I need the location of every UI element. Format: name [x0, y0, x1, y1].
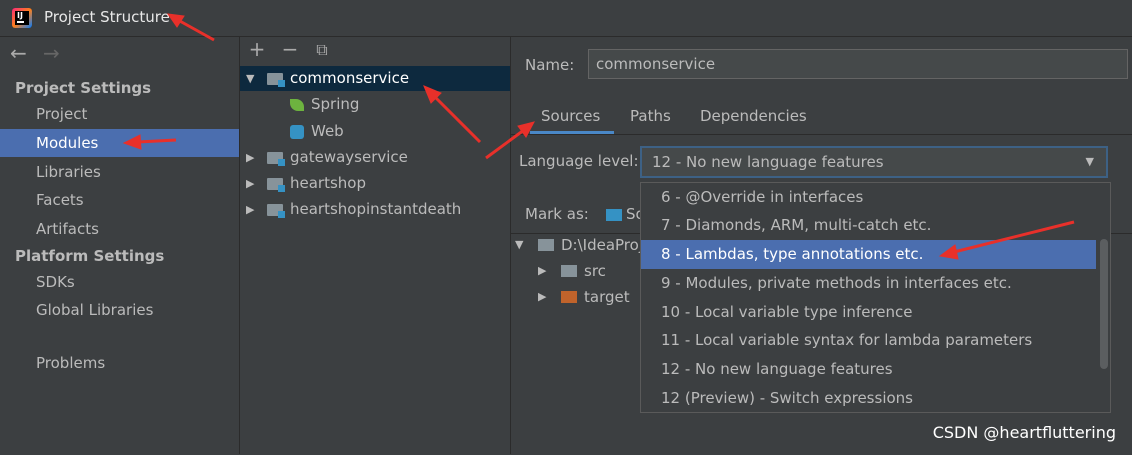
- project-settings-header: Project Settings: [15, 79, 152, 97]
- content-root-path: D:\IdeaProj: [561, 236, 643, 254]
- dropdown-option[interactable]: 6 - @Override in interfaces: [641, 183, 1096, 212]
- tree-label: Spring: [311, 95, 360, 113]
- window-title: Project Structure: [44, 8, 170, 26]
- sidebar-item-libraries[interactable]: Libraries: [0, 158, 239, 186]
- title-bar: IJ Project Structure: [0, 0, 1132, 37]
- copy-icon[interactable]: ⧉: [312, 40, 332, 60]
- add-icon[interactable]: +: [247, 37, 267, 61]
- language-level-dropdown: 6 - @Override in interfaces 7 - Diamonds…: [640, 182, 1111, 413]
- dropdown-option[interactable]: 7 - Diamonds, ARM, multi-catch etc.: [641, 211, 1096, 240]
- module-folder-icon: [267, 73, 285, 87]
- sidebar-item-artifacts[interactable]: Artifacts: [0, 215, 239, 243]
- folder-icon: [561, 265, 577, 277]
- tree-row-gatewayservice[interactable]: ▶ gatewayservice: [240, 145, 510, 170]
- language-level-value: 12 - No new language features: [652, 153, 884, 171]
- collapsed-triangle-icon[interactable]: ▶: [246, 171, 254, 196]
- tree-label: Web: [311, 122, 344, 140]
- expanded-triangle-icon[interactable]: ▼: [246, 66, 254, 91]
- sidebar-item-project[interactable]: Project: [0, 100, 239, 128]
- module-tree-panel: + − ⧉ ▼ commonservice Spring Web ▶ gatew…: [240, 37, 511, 454]
- tree-label: heartshopinstantdeath: [290, 200, 462, 218]
- collapsed-triangle-icon[interactable]: ▶: [246, 197, 254, 222]
- tree-label: gatewayservice: [290, 148, 408, 166]
- tab-sources[interactable]: Sources: [541, 99, 600, 133]
- tree-row-spring[interactable]: Spring: [240, 92, 510, 117]
- excluded-folder-icon: [561, 291, 577, 303]
- dropdown-option[interactable]: 12 (Preview) - Switch expressions: [641, 384, 1096, 412]
- module-folder-icon: [267, 152, 285, 166]
- tab-divider: [511, 134, 1132, 135]
- collapsed-triangle-icon[interactable]: ▶: [538, 258, 546, 284]
- active-tab-indicator: [530, 131, 614, 134]
- intellij-app-icon: IJ: [12, 8, 32, 28]
- tree-label: src: [584, 262, 606, 280]
- dropdown-option-highlighted[interactable]: 8 - Lambdas, type annotations etc.: [641, 240, 1096, 269]
- dropdown-option[interactable]: 11 - Local variable syntax for lambda pa…: [641, 326, 1096, 355]
- name-label: Name:: [525, 56, 575, 74]
- sidebar-item-global-libraries[interactable]: Global Libraries: [0, 296, 239, 324]
- forward-arrow-icon[interactable]: →: [43, 41, 60, 65]
- watermark: CSDN @heartfluttering: [932, 423, 1116, 442]
- folder-icon: [538, 239, 554, 251]
- tree-label: heartshop: [290, 174, 366, 192]
- module-folder-icon: [267, 178, 285, 192]
- sidebar-item-facets[interactable]: Facets: [0, 186, 239, 214]
- language-level-select[interactable]: 12 - No new language features ▼: [640, 146, 1108, 178]
- expanded-triangle-icon[interactable]: ▼: [515, 232, 523, 258]
- web-globe-icon: [290, 125, 304, 139]
- chevron-down-icon[interactable]: ▼: [1086, 148, 1094, 176]
- sidebar-item-modules[interactable]: Modules: [0, 129, 239, 157]
- sources-folder-icon: [606, 209, 622, 221]
- tree-row-heartshopinstantdeath[interactable]: ▶ heartshopinstantdeath: [240, 197, 510, 222]
- tree-row-heartshop[interactable]: ▶ heartshop: [240, 171, 510, 196]
- language-level-label: Language level:: [519, 152, 639, 170]
- mark-as-label: Mark as:: [525, 205, 589, 223]
- remove-icon[interactable]: −: [280, 37, 300, 61]
- tree-row-web[interactable]: Web: [240, 119, 510, 144]
- module-folder-icon: [267, 204, 285, 218]
- sidebar-item-problems[interactable]: Problems: [0, 349, 239, 377]
- collapsed-triangle-icon[interactable]: ▶: [538, 284, 546, 310]
- dropdown-option[interactable]: 9 - Modules, private methods in interfac…: [641, 269, 1096, 298]
- collapsed-triangle-icon[interactable]: ▶: [246, 145, 254, 170]
- tree-label: target: [584, 288, 630, 306]
- tab-dependencies[interactable]: Dependencies: [700, 99, 807, 133]
- dropdown-option[interactable]: 12 - No new language features: [641, 355, 1096, 384]
- module-name-input[interactable]: commonservice: [588, 49, 1128, 79]
- platform-settings-header: Platform Settings: [15, 247, 165, 265]
- tab-paths[interactable]: Paths: [630, 99, 671, 133]
- tree-label: commonservice: [290, 69, 410, 87]
- spring-leaf-icon: [290, 99, 304, 111]
- dropdown-scrollbar[interactable]: [1100, 239, 1108, 369]
- tree-row-commonservice[interactable]: ▼ commonservice: [240, 66, 510, 91]
- dropdown-option[interactable]: 10 - Local variable type inference: [641, 298, 1096, 327]
- back-arrow-icon[interactable]: ←: [10, 41, 27, 65]
- settings-sidebar: ← → Project Settings Project Modules Lib…: [0, 37, 240, 454]
- sidebar-item-sdks[interactable]: SDKs: [0, 268, 239, 296]
